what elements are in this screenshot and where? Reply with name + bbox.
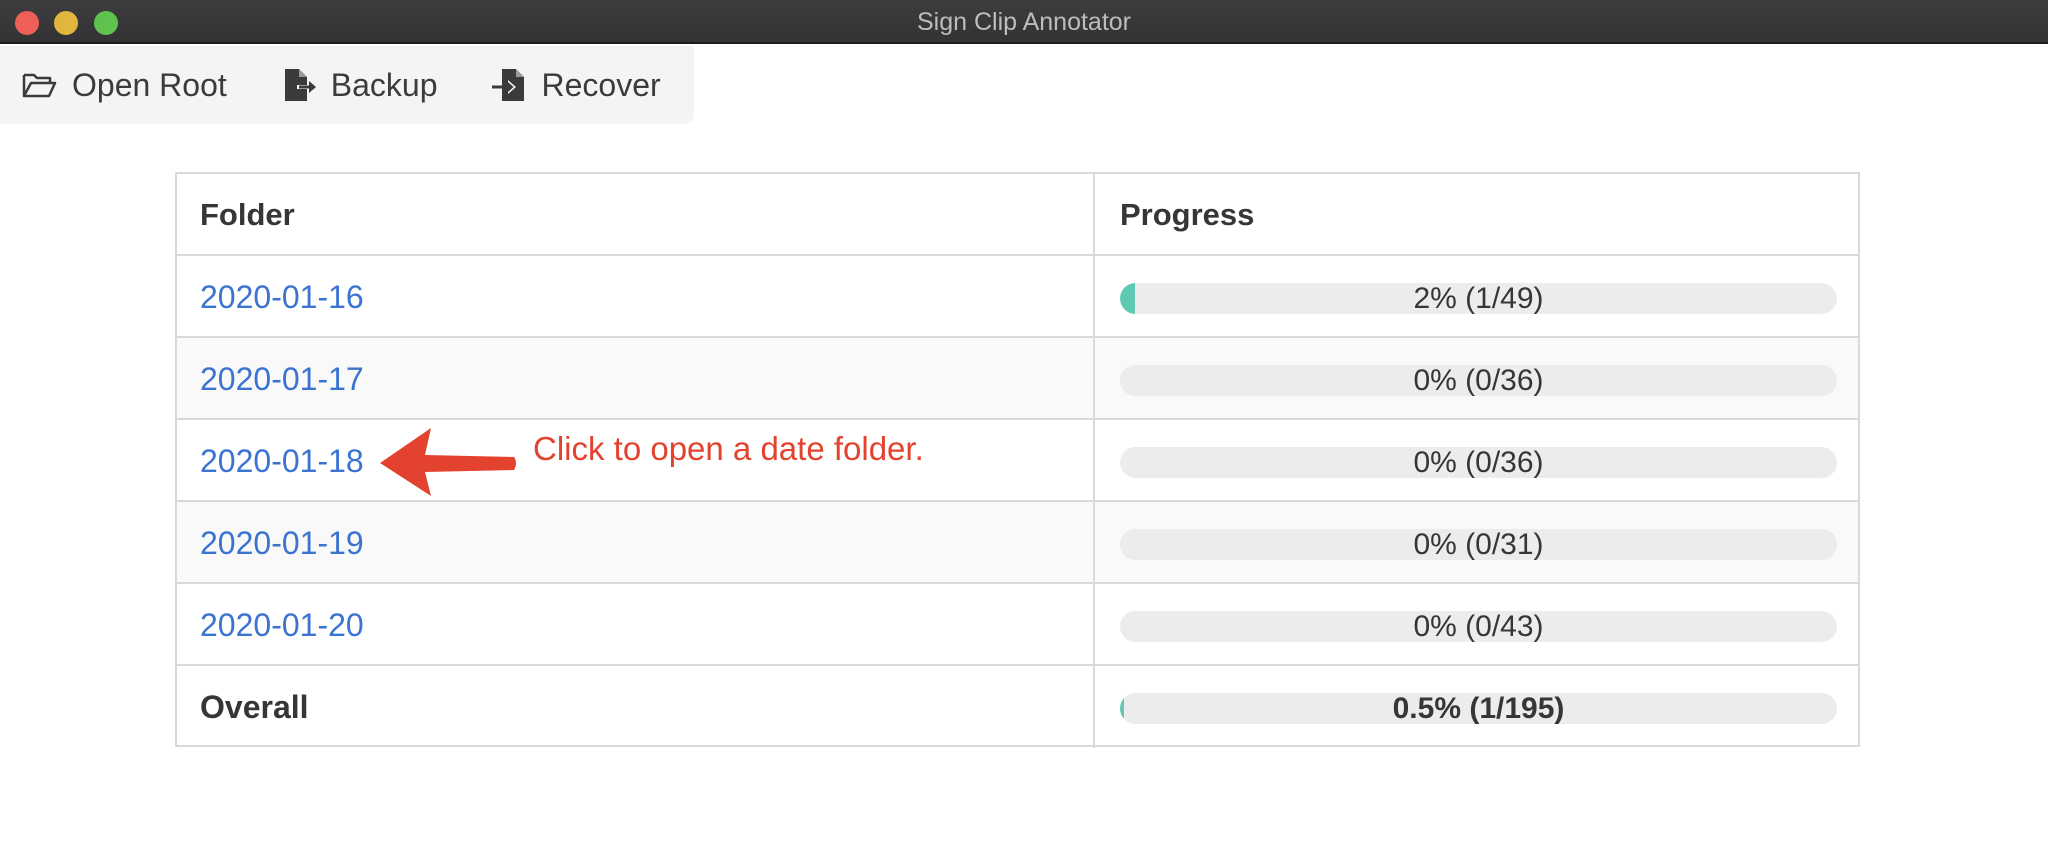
- column-divider: [1093, 338, 1095, 418]
- folder-link[interactable]: 2020-01-16: [200, 256, 364, 338]
- window-title: Sign Clip Annotator: [916, 8, 1132, 36]
- column-divider: [1093, 174, 1095, 254]
- title-bar: Sign Clip Annotator: [0, 0, 2048, 44]
- backup-button[interactable]: Backup: [281, 46, 438, 124]
- column-divider: [1093, 420, 1095, 500]
- app-window: Sign Clip Annotator Open Root Backup Rec…: [0, 0, 2048, 847]
- column-divider: [1093, 584, 1095, 664]
- table-row: 2020-01-19 0% (0/31): [177, 502, 1858, 584]
- file-export-icon: [281, 67, 317, 103]
- progress-label: 0% (0/43): [1413, 611, 1544, 642]
- open-root-button[interactable]: Open Root: [22, 46, 227, 124]
- folder-link[interactable]: 2020-01-20: [200, 584, 364, 666]
- column-divider: [1093, 666, 1095, 748]
- folder-open-icon: [22, 67, 58, 103]
- toolbar: Open Root Backup Recover: [0, 46, 694, 124]
- progress-bar: 0% (0/43): [1120, 611, 1837, 642]
- folder-column-header: Folder: [200, 197, 295, 232]
- annotation-callout: Click to open a date folder.: [533, 430, 924, 467]
- annotation-arrow-icon: [380, 428, 516, 496]
- table-row: 2020-01-20 0% (0/43): [177, 584, 1858, 666]
- recover-button[interactable]: Recover: [491, 46, 661, 124]
- table-row: 2020-01-16 2% (1/49): [177, 256, 1858, 338]
- progress-label: 0% (0/36): [1413, 447, 1544, 478]
- progress-bar: 2% (1/49): [1120, 283, 1837, 314]
- folder-link[interactable]: 2020-01-18: [200, 420, 364, 502]
- progress-bar: 0% (0/36): [1120, 365, 1837, 396]
- backup-label: Backup: [330, 66, 438, 103]
- folder-link[interactable]: 2020-01-19: [200, 502, 364, 584]
- folder-link[interactable]: 2020-01-17: [200, 338, 364, 420]
- overall-row: Overall 0.5% (1/195): [177, 666, 1858, 748]
- progress-label: 0% (0/31): [1413, 529, 1544, 560]
- file-import-icon: [491, 67, 528, 103]
- column-divider: [1093, 256, 1095, 336]
- progress-bar: 0% (0/31): [1120, 529, 1837, 560]
- overall-progress-label: 0.5% (1/195): [1392, 693, 1565, 724]
- open-root-label: Open Root: [72, 66, 227, 103]
- progress-label: 2% (1/49): [1413, 283, 1544, 314]
- table-header-row: Folder Progress: [177, 174, 1858, 256]
- overall-label: Overall: [200, 689, 309, 725]
- progress-column-header: Progress: [1120, 197, 1255, 232]
- progress-label: 0% (0/36): [1413, 365, 1544, 396]
- table-row: 2020-01-17 0% (0/36): [177, 338, 1858, 420]
- overall-progress-bar: 0.5% (1/195): [1120, 693, 1837, 724]
- progress-bar: 0% (0/36): [1120, 447, 1837, 478]
- recover-label: Recover: [541, 66, 661, 103]
- column-divider: [1093, 502, 1095, 582]
